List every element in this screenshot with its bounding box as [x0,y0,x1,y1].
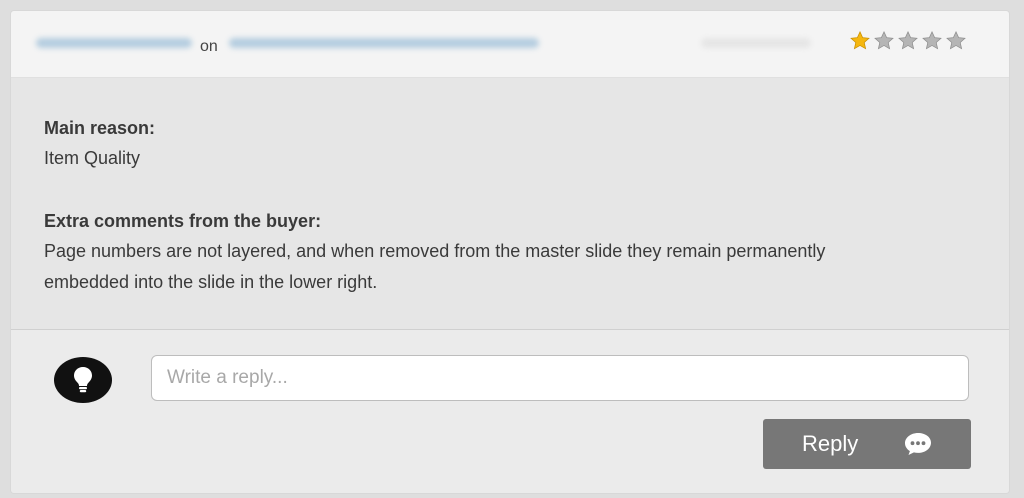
blurred-username [36,38,192,48]
blurred-date [701,38,811,48]
reply-section: Reply [11,330,1009,493]
comments-text-line-1: Page numbers are not layered, and when r… [44,241,826,261]
review-card: on Main reason: Item Quality Extra comme… [10,10,1010,494]
lightbulb-icon [74,367,92,393]
avatar [54,357,112,403]
star-rating [849,30,967,52]
reply-button-label: Reply [802,431,859,456]
reply-input[interactable] [151,355,969,401]
header-connector: on [200,38,218,55]
comments-text-line-2: embedded into the slide in the lower rig… [44,272,378,292]
reply-button[interactable]: Reply [763,419,971,469]
star-filled-icon [850,30,870,50]
main-reason-value: Item Quality [44,148,141,168]
star-empty-icon [946,30,966,50]
star-empty-icon [898,30,918,50]
comments-label: Extra comments from the buyer: [44,211,322,231]
review-header: on [11,11,1009,78]
star-empty-icon [922,30,942,50]
star-empty-icon [874,30,894,50]
speech-bubble-icon [905,433,931,455]
review-body: Main reason: Item Quality Extra comments… [44,113,984,298]
main-reason-label: Main reason: [44,118,156,138]
blurred-item-name [229,38,539,48]
